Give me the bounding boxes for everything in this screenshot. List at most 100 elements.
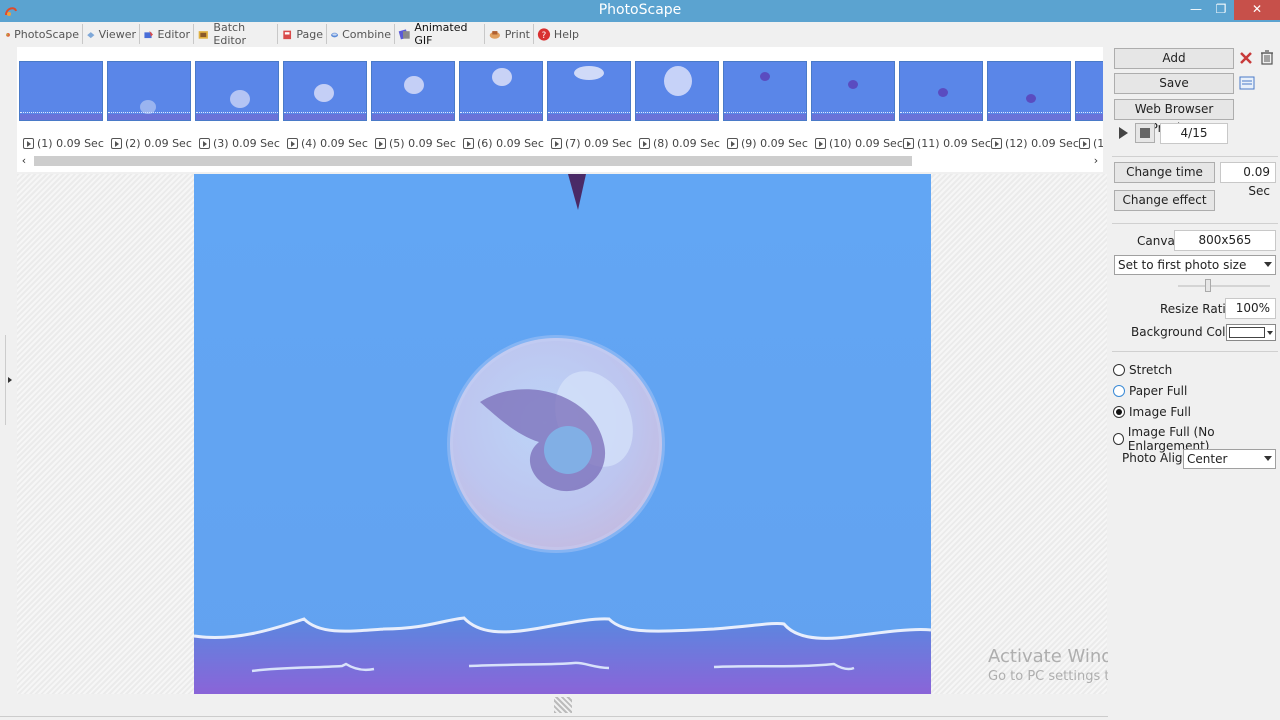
frame-thumbnail[interactable]: [811, 61, 895, 121]
save-button[interactable]: Save: [1114, 73, 1234, 94]
radio-paper-full[interactable]: Paper Full: [1113, 384, 1187, 398]
frame-counter: 4/15: [1160, 123, 1228, 144]
radio-circle: [1113, 364, 1125, 376]
strip-scrollbar[interactable]: ‹ ›: [17, 154, 1103, 168]
tab-page[interactable]: Page: [278, 24, 327, 44]
frame-time: (10) 0.09 Sec: [829, 137, 903, 150]
play-icon: [815, 138, 826, 149]
change-effect-button[interactable]: Change effect: [1114, 190, 1215, 211]
preview-area: [17, 174, 1107, 694]
frame-label[interactable]: (8) 0.09 Sec: [639, 137, 727, 150]
frame-time: (11) 0.09 Sec: [917, 137, 991, 150]
tab-label: Animated GIF: [414, 21, 468, 47]
restore-button[interactable]: ❐: [1207, 0, 1235, 20]
frame-label[interactable]: (9) 0.09 Sec: [727, 137, 815, 150]
resize-grip-icon[interactable]: [554, 697, 572, 713]
tab-editor[interactable]: Editor: [140, 24, 194, 44]
tab-combine[interactable]: Combine: [327, 24, 395, 44]
color-swatch: [1229, 327, 1265, 338]
title-bar: PhotoScape — ❐ ✕: [0, 0, 1280, 22]
frame-thumbnail[interactable]: [195, 61, 279, 121]
frame-time: (9) 0.09 Sec: [741, 137, 808, 150]
batch-editor-icon: [198, 30, 208, 39]
play-icon: [23, 138, 34, 149]
close-button[interactable]: ✕: [1234, 0, 1280, 20]
tab-label: Combine: [342, 27, 391, 41]
left-panel-toggle[interactable]: [5, 335, 12, 425]
frame-label[interactable]: (5) 0.09 Sec: [375, 137, 463, 150]
delete-x-icon[interactable]: [1239, 51, 1253, 65]
photo-align-select[interactable]: Center: [1183, 449, 1276, 469]
scrollbar-thumb[interactable]: [34, 156, 912, 166]
tab-photoscape[interactable]: PhotoScape: [2, 24, 83, 44]
frame-thumbnail[interactable]: [635, 61, 719, 121]
frame-thumbnail[interactable]: [19, 61, 103, 121]
tab-animated-gif[interactable]: Animated GIF: [395, 21, 485, 47]
background-color-picker[interactable]: [1226, 324, 1276, 341]
radio-circle: [1113, 406, 1125, 418]
scroll-right-icon[interactable]: ›: [1089, 154, 1103, 168]
expand-arrow-icon: [8, 377, 12, 383]
frame-label[interactable]: (1: [1079, 137, 1103, 150]
window-title: PhotoScape: [598, 2, 682, 18]
tab-viewer[interactable]: Viewer: [83, 24, 140, 44]
frame-label[interactable]: (4) 0.09 Sec: [287, 137, 375, 150]
resize-ratio-label: Resize Ratio: [1160, 302, 1234, 316]
scroll-left-icon[interactable]: ‹: [17, 154, 31, 168]
frame-thumbnail[interactable]: [547, 61, 631, 121]
canvas-size-select-value: Set to first photo size: [1118, 258, 1247, 272]
frame-time: (6) 0.09 Sec: [477, 137, 544, 150]
frame-thumbnail[interactable]: [899, 61, 983, 121]
tab-batch-editor[interactable]: Batch Editor: [194, 21, 278, 47]
time-input[interactable]: 0.09 Sec: [1220, 162, 1276, 198]
frame-thumbnail[interactable]: [371, 61, 455, 121]
gif-preview-image[interactable]: [194, 174, 931, 694]
radio-image-full[interactable]: Image Full: [1113, 405, 1191, 419]
frame-label[interactable]: (1) 0.09 Sec: [23, 137, 111, 150]
frame-thumbnail[interactable]: [723, 61, 807, 121]
frame-thumbnail[interactable]: [1075, 61, 1103, 121]
resize-slider-handle[interactable]: [1205, 279, 1211, 292]
tab-label: Print: [504, 27, 530, 41]
frame-label[interactable]: (6) 0.09 Sec: [463, 137, 551, 150]
play-icon[interactable]: [1117, 126, 1129, 140]
change-time-button[interactable]: Change time: [1114, 162, 1215, 183]
animated-gif-icon: [398, 28, 410, 39]
frame-label[interactable]: (7) 0.09 Sec: [551, 137, 639, 150]
web-browser-preview-button[interactable]: Web Browser Preview: [1114, 99, 1234, 135]
help-icon: ?: [537, 27, 551, 40]
divider: [1112, 223, 1278, 224]
list-icon[interactable]: [1239, 75, 1255, 91]
frame-label[interactable]: (10) 0.09 Sec: [815, 137, 903, 150]
frame-time: (12) 0.09 Sec: [1005, 137, 1079, 150]
minimize-button[interactable]: —: [1182, 0, 1210, 20]
page-icon: [283, 30, 292, 39]
tab-label: Batch Editor: [213, 21, 246, 47]
trash-icon[interactable]: [1259, 49, 1275, 65]
canvas-size-select[interactable]: Set to first photo size: [1114, 255, 1276, 275]
frame-label[interactable]: (11) 0.09 Sec: [903, 137, 991, 150]
frame-label[interactable]: (12) 0.09 Sec: [991, 137, 1079, 150]
tab-help[interactable]: ? Help: [534, 24, 582, 44]
tab-print[interactable]: Print: [485, 24, 534, 44]
stop-icon: [1140, 128, 1150, 138]
tab-label: Page: [296, 27, 323, 41]
radio-label: Paper Full: [1129, 384, 1188, 398]
play-icon: [727, 138, 738, 149]
add-button[interactable]: Add: [1114, 48, 1234, 69]
frame-time: (7) 0.09 Sec: [565, 137, 632, 150]
frame-time: (1: [1093, 137, 1103, 150]
frame-thumbnail[interactable]: [459, 61, 543, 121]
resize-slider-track[interactable]: [1178, 285, 1270, 287]
resize-ratio-input[interactable]: 100%: [1225, 298, 1276, 319]
stop-button[interactable]: [1135, 123, 1155, 143]
play-icon: [991, 138, 1002, 149]
frame-label[interactable]: (2) 0.09 Sec: [111, 137, 199, 150]
frame-thumbnail[interactable]: [283, 61, 367, 121]
canvas-size-value: 800x565: [1174, 230, 1276, 251]
radio-stretch[interactable]: Stretch: [1113, 363, 1172, 377]
frame-thumbnail[interactable]: [107, 61, 191, 121]
frame-thumbnail[interactable]: [987, 61, 1071, 121]
frame-label[interactable]: (3) 0.09 Sec: [199, 137, 287, 150]
radio-label: Stretch: [1129, 363, 1173, 377]
